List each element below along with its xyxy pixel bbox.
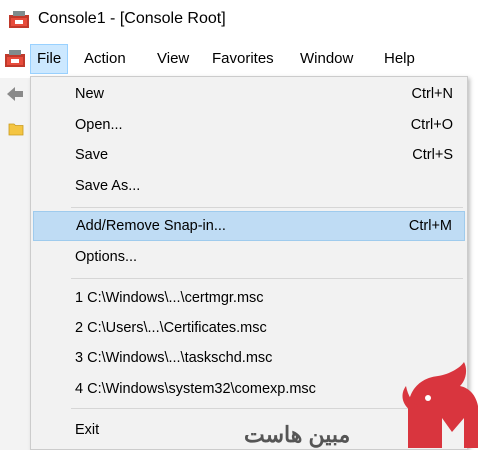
elephant-logo-icon	[402, 362, 478, 448]
menu-item-options[interactable]: Options...	[33, 242, 465, 272]
menu-item-label: Save As...	[75, 178, 141, 194]
menu-item-label: 1 C:\Windows\...\certmgr.msc	[75, 290, 264, 306]
menu-item-add-remove-snap-in[interactable]: Add/Remove Snap-in... Ctrl+M	[33, 211, 465, 241]
menu-window[interactable]: Window	[294, 44, 359, 74]
menu-view[interactable]: View	[151, 44, 195, 74]
menu-item-label: New	[75, 86, 105, 102]
menu-item-label: 2 C:\Users\...\Certificates.msc	[75, 320, 267, 336]
menu-item-label: Add/Remove Snap-in...	[76, 218, 226, 234]
watermark-text: مبین هاست	[244, 422, 351, 447]
folder-icon[interactable]	[8, 122, 24, 136]
menu-item-open[interactable]: Open... Ctrl+O	[33, 110, 465, 140]
window-title: Console1 - [Console Root]	[38, 10, 226, 27]
menu-item-shortcut: Ctrl+N	[411, 86, 454, 102]
back-arrow-icon[interactable]	[6, 86, 24, 102]
menu-favorites[interactable]: Favorites	[206, 44, 280, 74]
menu-item-label: Open...	[75, 117, 123, 133]
menu-item-label: Save	[75, 147, 109, 163]
menu-help[interactable]: Help	[378, 44, 421, 74]
title-bar: Console1 - [Console Root]	[0, 0, 484, 40]
menu-file[interactable]: File	[30, 44, 69, 74]
menu-item-new[interactable]: New Ctrl+N	[33, 79, 465, 109]
menu-item-shortcut: Ctrl+M	[408, 218, 452, 234]
menu-item-recent-2[interactable]: 2 C:\Users\...\Certificates.msc	[33, 313, 465, 343]
menu-separator	[71, 207, 463, 208]
menu-item-save[interactable]: Save Ctrl+S	[33, 140, 465, 170]
menu-item-shortcut: Ctrl+S	[412, 147, 453, 163]
watermark: مبین هاست	[240, 360, 484, 450]
system-menu-icon[interactable]	[4, 48, 26, 70]
mmc-console-icon	[9, 11, 29, 28]
menu-item-shortcut: Ctrl+O	[410, 117, 453, 133]
menu-item-save-as[interactable]: Save As...	[33, 171, 465, 201]
menu-item-label: Exit	[75, 422, 100, 438]
console-tree-strip	[0, 78, 33, 450]
menu-separator	[71, 278, 463, 279]
menu-action[interactable]: Action	[78, 44, 132, 74]
menu-item-recent-1[interactable]: 1 C:\Windows\...\certmgr.msc	[33, 283, 465, 313]
menu-item-label: Options...	[75, 249, 138, 265]
menu-bar: File Action View Favorites Window Help	[0, 40, 484, 78]
